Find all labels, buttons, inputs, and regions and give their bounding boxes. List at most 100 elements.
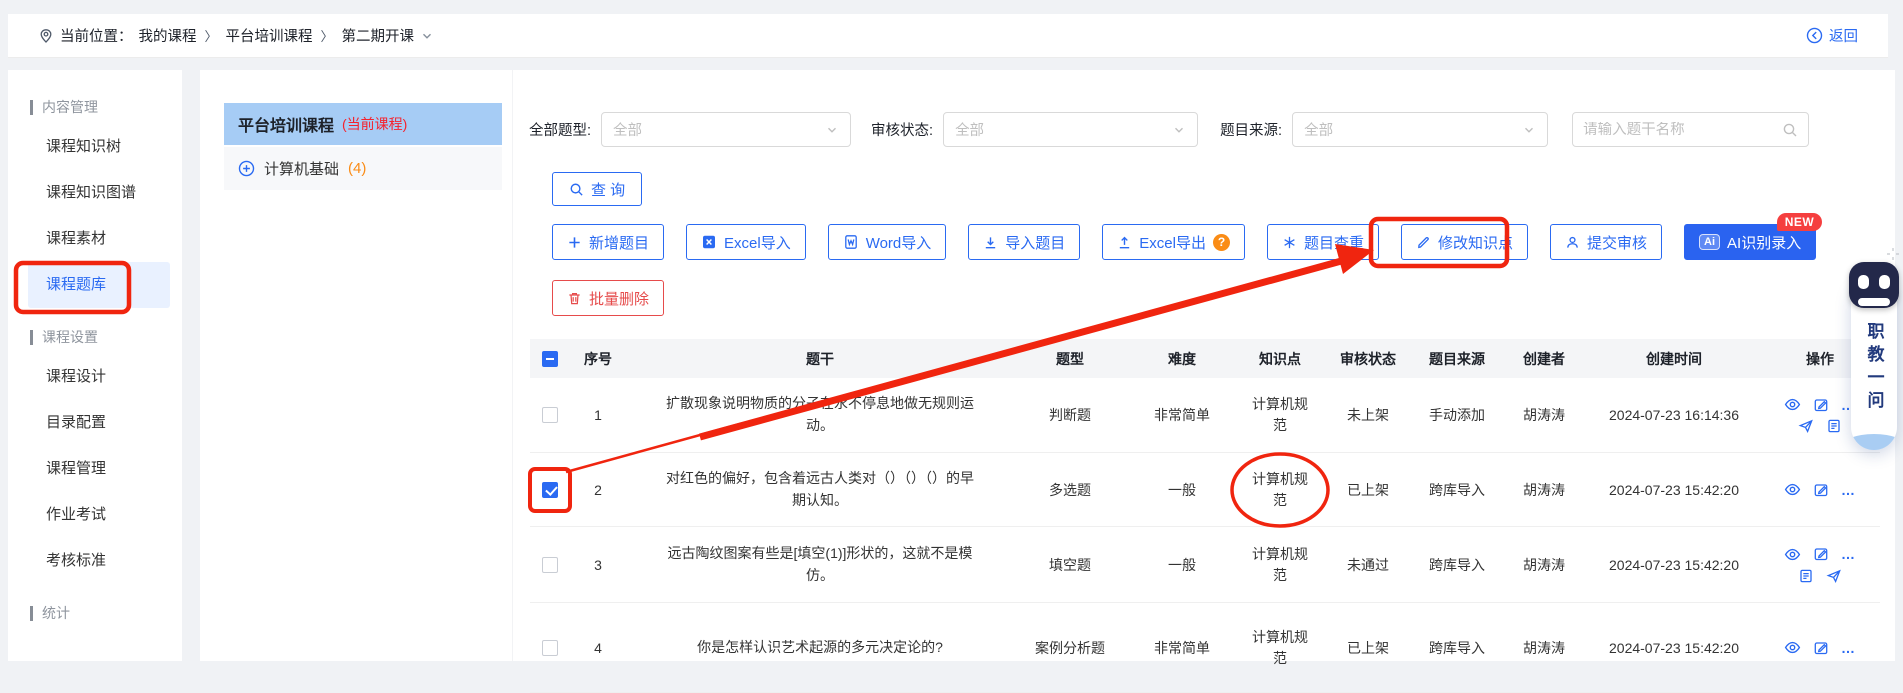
table-header-row: 序号 题干 题型 难度 知识点 审核状态 题目来源 创建者 创建时间 操作 — [530, 339, 1880, 378]
col-header-difficulty: 难度 — [1126, 349, 1238, 369]
more-actions-icon[interactable]: … — [1841, 546, 1856, 562]
cell-knowledge: 计算机规范 — [1250, 394, 1310, 436]
sidebar-item-catalog-config[interactable]: 目录配置 — [8, 400, 182, 446]
cell-source: 跨库导入 — [1414, 480, 1500, 500]
excel-import-label: Excel导入 — [724, 232, 791, 253]
sidebar-item-course-material[interactable]: 课程素材 — [8, 216, 182, 262]
sidebar-item-knowledge-tree[interactable]: 课程知识树 — [8, 124, 182, 170]
breadcrumb-link-platform-course[interactable]: 平台培训课程 — [226, 25, 313, 46]
cell-type: 判断题 — [1014, 405, 1126, 425]
excel-export-button[interactable]: Excel导出 ? — [1102, 224, 1245, 260]
edit-icon[interactable] — [1813, 640, 1829, 656]
col-header-source: 题目来源 — [1414, 349, 1500, 369]
edit-knowledge-button[interactable]: 修改知识点 — [1401, 224, 1528, 260]
sidebar-item-course-mgmt[interactable]: 课程管理 — [8, 446, 182, 492]
row-checkbox[interactable] — [542, 482, 558, 498]
word-import-label: Word导入 — [866, 232, 932, 253]
cell-creator: 胡涛涛 — [1500, 405, 1588, 425]
cell-num: 4 — [570, 640, 626, 656]
select-all-checkbox[interactable] — [542, 351, 558, 367]
word-import-button[interactable]: Word导入 — [828, 224, 947, 260]
sidebar-item-question-bank[interactable]: 课程题库 — [28, 262, 170, 308]
col-header-created: 创建时间 — [1588, 349, 1760, 369]
cell-difficulty: 非常简单 — [1126, 638, 1238, 658]
export-help-icon[interactable]: ? — [1213, 234, 1230, 251]
cell-stem: 远古陶纹图案有些是[填空(1)]形状的，这就不是模仿。 — [660, 543, 980, 586]
sidebar-item-assessment-standard[interactable]: 考核标准 — [8, 538, 182, 584]
dedupe-button[interactable]: 题目查重 — [1267, 224, 1379, 260]
question-count: (4) — [348, 160, 366, 177]
filter-status-label: 审核状态: — [871, 119, 933, 140]
sidebar-section-content-mgmt: 内容管理 — [8, 90, 182, 124]
excel-import-button[interactable]: Excel导入 — [686, 224, 806, 260]
new-badge: NEW — [1777, 213, 1823, 231]
form-icon[interactable] — [1798, 568, 1814, 584]
assistant-widget[interactable]: 职教一问 — [1845, 250, 1903, 450]
cell-type: 案例分析题 — [1014, 638, 1126, 658]
col-header-num: 序号 — [570, 349, 626, 369]
eye-icon[interactable] — [1784, 396, 1801, 413]
eye-icon[interactable] — [1784, 481, 1801, 498]
query-button[interactable]: 查 询 — [552, 172, 642, 206]
assistant-wave-decoration — [1851, 434, 1897, 450]
col-header-creator: 创建者 — [1500, 349, 1588, 369]
edit-icon[interactable] — [1813, 546, 1829, 562]
course-tree-item-computer-basics[interactable]: 计算机基础 (4) — [224, 147, 502, 190]
submit-review-button[interactable]: 提交审核 — [1550, 224, 1662, 260]
filter-row: 全部题型: 全部 审核状态: 全部 题目来源: 全部 — [529, 112, 1809, 147]
filter-source-select[interactable]: 全部 — [1292, 112, 1548, 147]
sidebar-section-course-settings: 课程设置 — [8, 320, 182, 354]
add-question-button[interactable]: 新增题目 — [552, 224, 664, 260]
row-checkbox[interactable] — [542, 407, 558, 423]
import-questions-button[interactable]: 导入题目 — [968, 224, 1080, 260]
cell-created: 2024-07-23 16:14:36 — [1588, 407, 1760, 423]
filter-status-select[interactable]: 全部 — [943, 112, 1198, 147]
query-button-label: 查 询 — [591, 179, 625, 200]
circle-plus-icon[interactable] — [238, 160, 255, 177]
table-row: 3 远古陶纹图案有些是[填空(1)]形状的，这就不是模仿。 填空题 一般 计算机… — [530, 527, 1880, 603]
cell-creator: 胡涛涛 — [1500, 555, 1588, 575]
location-pin-icon — [38, 28, 54, 44]
search-icon[interactable] — [1782, 122, 1798, 138]
add-question-label: 新增题目 — [589, 232, 649, 253]
chevron-down-icon[interactable] — [420, 29, 434, 43]
send-icon[interactable] — [1798, 418, 1814, 434]
cell-knowledge: 计算机规范 — [1250, 627, 1310, 669]
breadcrumb-current-term[interactable]: 第二期开课 — [342, 25, 415, 46]
assistant-name: 职教一问 — [1862, 322, 1887, 414]
form-icon[interactable] — [1826, 418, 1842, 434]
top-breadcrumb-bar: 当前位置： 我的课程 〉 平台培训课程 〉 第二期开课 返回 — [8, 14, 1888, 58]
table-row: 1 扩散现象说明物质的分子在永不停息地做无规则运动。 判断题 非常简单 计算机规… — [530, 378, 1880, 453]
eye-icon[interactable] — [1784, 639, 1801, 656]
cell-num: 3 — [570, 557, 626, 573]
send-icon[interactable] — [1826, 568, 1842, 584]
chevron-down-icon — [1172, 123, 1186, 137]
batch-delete-button[interactable]: 批量删除 — [552, 280, 664, 316]
row-checkbox[interactable] — [542, 557, 558, 573]
row-checkbox[interactable] — [542, 640, 558, 656]
main-panel: 平台培训课程 (当前课程) 计算机基础 (4) 全部题型: 全部 审核状态: 全… — [200, 70, 1895, 661]
cell-creator: 胡涛涛 — [1500, 480, 1588, 500]
sidebar-item-homework-exam[interactable]: 作业考试 — [8, 492, 182, 538]
excel-file-icon — [701, 234, 717, 250]
current-course-header[interactable]: 平台培训课程 (当前课程) — [224, 103, 502, 145]
edit-icon[interactable] — [1813, 482, 1829, 498]
ai-entry-button[interactable]: Ai AI识别录入 NEW — [1684, 224, 1816, 260]
more-actions-icon[interactable]: … — [1841, 640, 1856, 656]
word-file-icon — [843, 234, 859, 250]
sidebar-item-knowledge-graph[interactable]: 课程知识图谱 — [8, 170, 182, 216]
sidebar-item-course-design[interactable]: 课程设计 — [8, 354, 182, 400]
filter-type-select[interactable]: 全部 — [601, 112, 851, 147]
dedupe-asterisk-icon — [1282, 235, 1297, 250]
col-header-type: 题型 — [1014, 349, 1126, 369]
eye-icon[interactable] — [1784, 546, 1801, 563]
excel-export-label: Excel导出 — [1139, 232, 1206, 253]
more-actions-icon[interactable]: … — [1841, 482, 1856, 498]
upload-icon — [1117, 235, 1132, 250]
cell-difficulty: 非常简单 — [1126, 405, 1238, 425]
back-button[interactable]: 返回 — [1806, 25, 1858, 46]
stem-search-input[interactable] — [1583, 122, 1782, 138]
cell-type: 填空题 — [1014, 555, 1126, 575]
edit-icon[interactable] — [1813, 397, 1829, 413]
breadcrumb-link-my-courses[interactable]: 我的课程 — [139, 25, 197, 46]
